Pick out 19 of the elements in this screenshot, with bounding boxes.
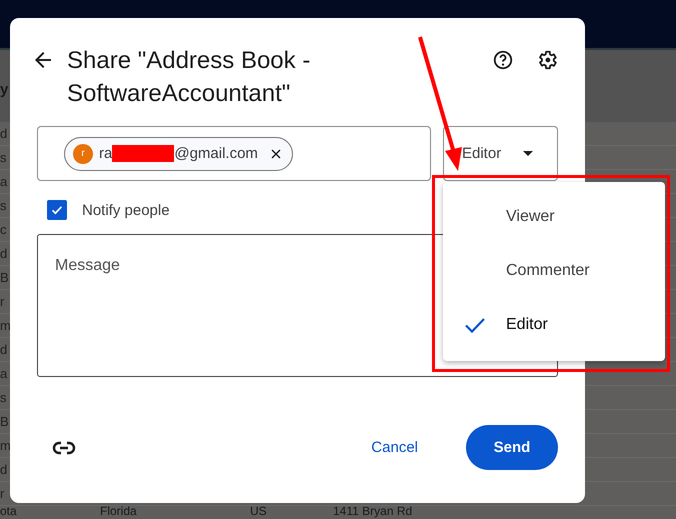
recipient-chip[interactable]: r ra @gmail.com	[64, 136, 293, 170]
dialog-title: Share "Address Book - SoftwareAccountant"	[67, 46, 312, 109]
notify-label: Notify people	[82, 202, 170, 218]
column-header: y	[0, 80, 8, 98]
settings-icon[interactable]	[536, 49, 558, 71]
caret-icon	[523, 151, 534, 156]
email-start: ra	[99, 145, 112, 162]
table-cell-text: US	[250, 504, 268, 518]
table-cell: 1411 Bryan Rd	[333, 504, 412, 518]
table-cell-text: ota	[0, 504, 18, 518]
avatar: r	[73, 144, 93, 164]
table-cell-text: Florida	[100, 504, 138, 518]
menu-item-label: Viewer	[506, 208, 555, 226]
menu-item-label: Editor	[506, 316, 548, 334]
send-button[interactable]: Send	[466, 425, 558, 470]
people-field[interactable]: r ra @gmail.com	[37, 126, 431, 181]
help-icon[interactable]	[492, 49, 514, 71]
email-end: @gmail.com	[174, 145, 258, 162]
notify-checkbox[interactable]	[47, 200, 67, 220]
